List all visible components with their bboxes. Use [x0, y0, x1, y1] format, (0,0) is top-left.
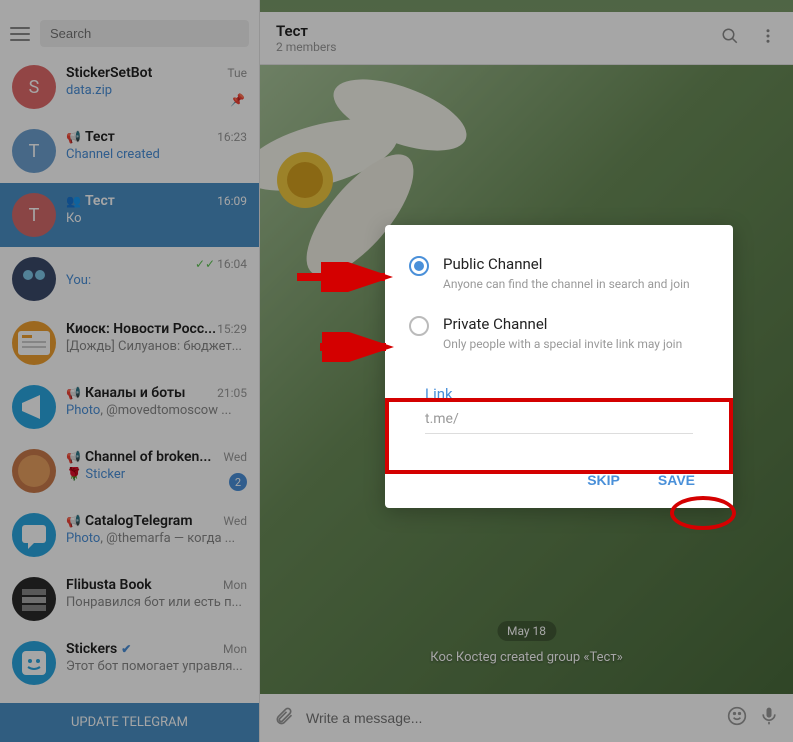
- link-section: Link t.me/: [409, 375, 709, 446]
- public-channel-label: Public Channel: [443, 255, 690, 273]
- save-button[interactable]: SAVE: [644, 464, 709, 496]
- private-channel-option[interactable]: Private Channel Only people with a speci…: [409, 315, 709, 351]
- private-channel-label: Private Channel: [443, 315, 682, 333]
- public-channel-desc: Anyone can find the channel in search an…: [443, 277, 690, 291]
- radio-unselected-icon[interactable]: [409, 316, 429, 336]
- annotation-arrow-private: [320, 332, 398, 362]
- link-label: Link: [425, 385, 693, 403]
- annotation-arrow-public: [297, 262, 397, 292]
- channel-type-dialog: Public Channel Anyone can find the chann…: [385, 225, 733, 508]
- private-channel-desc: Only people with a special invite link m…: [443, 337, 682, 351]
- skip-button[interactable]: SKIP: [573, 464, 634, 496]
- link-input[interactable]: t.me/: [425, 411, 693, 434]
- public-channel-option[interactable]: Public Channel Anyone can find the chann…: [409, 255, 709, 291]
- radio-selected-icon[interactable]: [409, 256, 429, 276]
